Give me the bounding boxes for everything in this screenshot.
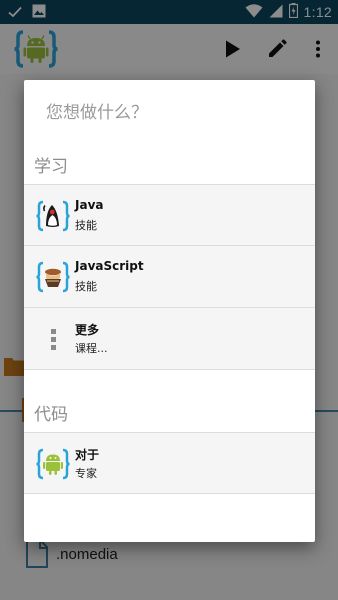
item-title: Java <box>75 198 104 212</box>
action-dialog: 您想做什么？ 学习 Java 技能 JavaScript 技能 更多 课程...… <box>24 80 315 542</box>
item-subtitle: 技能 <box>75 280 97 293</box>
android-icon <box>36 447 70 481</box>
item-subtitle: 课程... <box>75 342 108 355</box>
list-item-java[interactable]: Java 技能 <box>24 184 315 246</box>
list-item-javascript[interactable]: JavaScript 技能 <box>24 246 315 308</box>
list-item-more[interactable]: 更多 课程... <box>24 308 315 370</box>
java-duke-icon <box>36 199 70 233</box>
item-title: JavaScript <box>75 259 144 273</box>
item-title: 对于 <box>75 448 100 462</box>
javascript-icon <box>36 260 70 294</box>
item-title: 更多 <box>75 323 100 337</box>
section-header-learn: 学习 <box>34 157 68 177</box>
list-item-expert[interactable]: 对于 专家 <box>24 432 315 494</box>
section-header-code: 代码 <box>34 405 68 425</box>
item-subtitle: 技能 <box>75 219 97 232</box>
dialog-title: 您想做什么？ <box>46 103 148 123</box>
item-subtitle: 专家 <box>75 467 97 480</box>
more-vertical-icon <box>36 322 70 356</box>
